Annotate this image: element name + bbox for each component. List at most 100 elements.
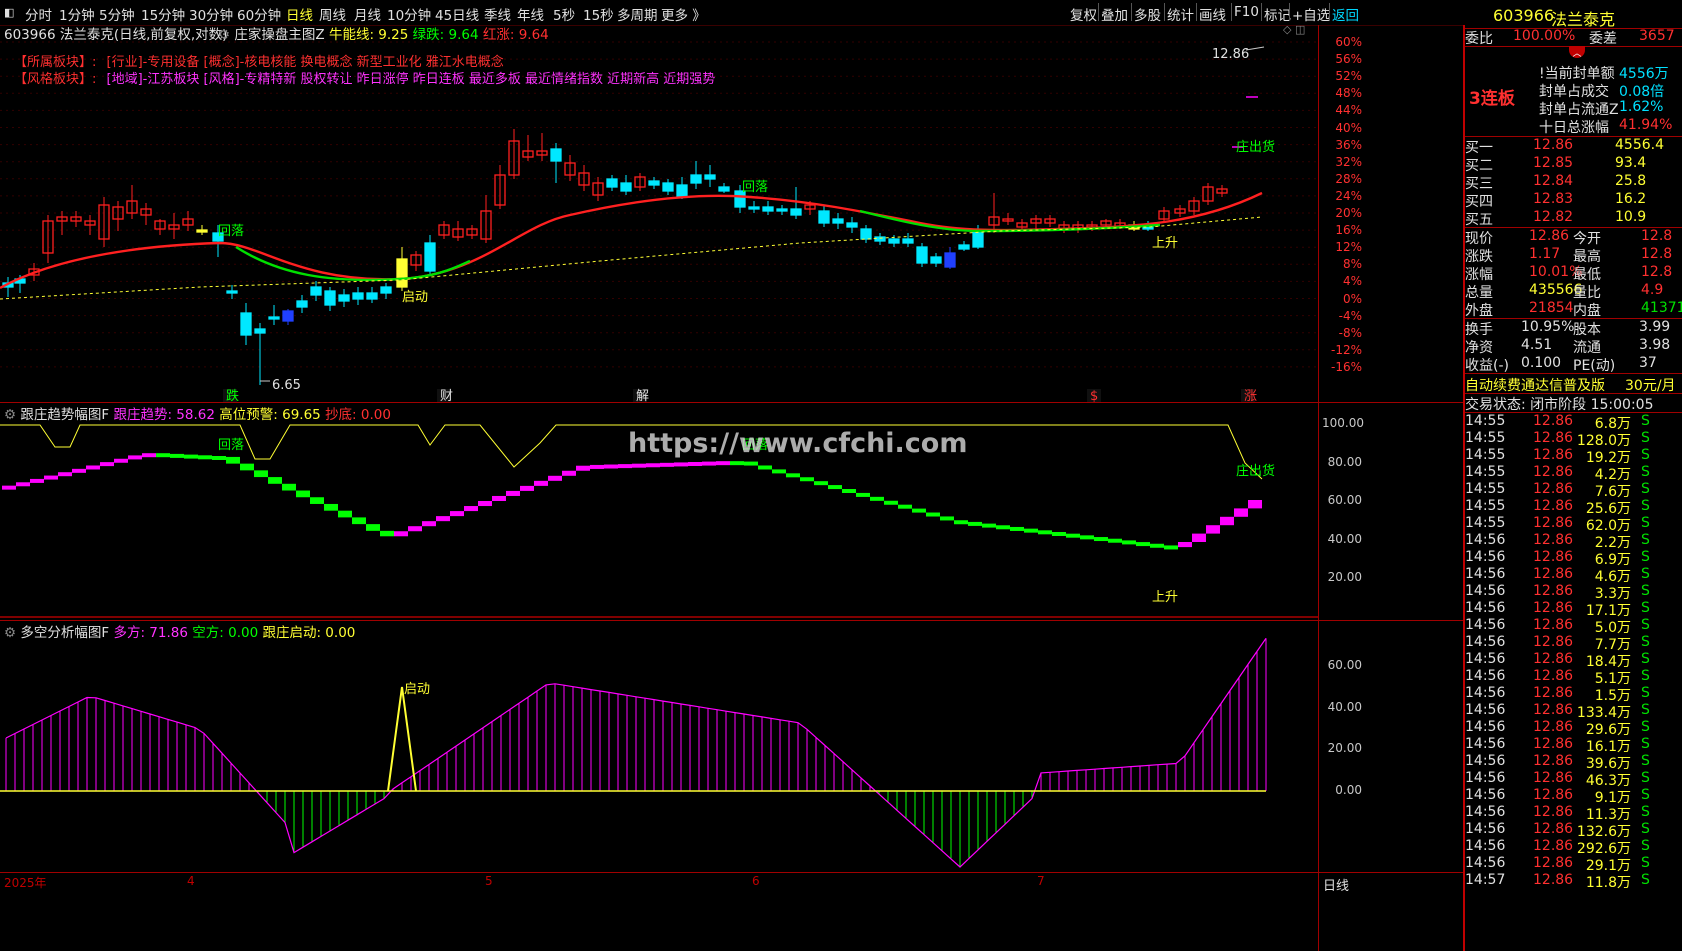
- trend-bar: [352, 517, 366, 525]
- weibi-label: 委比: [1465, 31, 1493, 47]
- trade-row[interactable]: 14:55 12.86 128.0万 S: [1465, 430, 1682, 449]
- panel3-tick: 40.00: [1327, 699, 1362, 714]
- toolbar-button-4[interactable]: 画线: [1199, 4, 1226, 24]
- trade-row[interactable]: 14:56 12.86 29.6万 S: [1465, 719, 1682, 738]
- trade-row[interactable]: 14:56 12.86 16.1万 S: [1465, 736, 1682, 755]
- trade-row[interactable]: 14:57 12.86 11.8万 S: [1465, 872, 1682, 891]
- toolbar-button-5[interactable]: F10: [1234, 4, 1259, 20]
- menu-item-10[interactable]: 45日线: [435, 4, 479, 24]
- trade-row[interactable]: 14:56 12.86 9.1万 S: [1465, 787, 1682, 806]
- period-label[interactable]: 日线: [1323, 875, 1349, 894]
- trade-row[interactable]: 14:56 12.86 18.4万 S: [1465, 651, 1682, 670]
- trend-bar: [1094, 537, 1108, 542]
- toolbar-button-2[interactable]: 多股: [1134, 4, 1161, 24]
- toolbar-button-8[interactable]: 返回: [1332, 4, 1359, 24]
- trend-bar: [366, 524, 380, 531]
- trade-row[interactable]: 14:56 12.86 7.7万 S: [1465, 634, 1682, 653]
- trade-row[interactable]: 14:55 12.86 25.6万 S: [1465, 498, 1682, 517]
- menu-item-4[interactable]: 30分钟: [189, 4, 233, 24]
- collapse-icon[interactable]: ︿: [1569, 46, 1585, 59]
- menu-item-3[interactable]: 15分钟: [141, 4, 185, 24]
- trade-row[interactable]: 14:56 12.86 39.6万 S: [1465, 753, 1682, 772]
- trade-row[interactable]: 14:56 12.86 2.2万 S: [1465, 532, 1682, 551]
- trend-bar: [1164, 545, 1178, 550]
- menu-item-0[interactable]: 分时: [25, 4, 52, 24]
- candle-body: [254, 328, 266, 334]
- trend-bar: [772, 469, 786, 474]
- menu-item-5[interactable]: 60分钟: [237, 4, 281, 24]
- stat-label: 内盘: [1573, 303, 1601, 319]
- trade-row[interactable]: 14:55 12.86 19.2万 S: [1465, 447, 1682, 466]
- trade-price: 12.86: [1533, 481, 1574, 497]
- trade-row[interactable]: 14:56 12.86 5.1万 S: [1465, 668, 1682, 687]
- trend-bar: [1066, 533, 1080, 538]
- stat-row: 涨跌 1.17 最高 12.8: [1465, 246, 1682, 265]
- trade-row[interactable]: 14:56 12.86 292.6万 S: [1465, 838, 1682, 857]
- candle-body: [762, 206, 774, 212]
- trade-row[interactable]: 14:56 12.86 17.1万 S: [1465, 600, 1682, 619]
- trend-bar: [86, 465, 100, 470]
- toolbar-button-1[interactable]: 叠加: [1101, 4, 1128, 24]
- menu-item-2[interactable]: 5分钟: [99, 4, 135, 24]
- ad-text[interactable]: 自动续费通达信普及版: [1465, 375, 1605, 395]
- bid-row[interactable]: 买四 12.83 16.2: [1465, 191, 1682, 210]
- trade-row[interactable]: 14:56 12.86 46.3万 S: [1465, 770, 1682, 789]
- menu-item-6[interactable]: 日线: [286, 4, 313, 24]
- trend-bar: [1206, 525, 1220, 534]
- menu-item-9[interactable]: 10分钟: [387, 4, 431, 24]
- trend-bar: [30, 478, 44, 483]
- candlestick-chart[interactable]: 12.86 6.65 回落启动 回落 庄出货上升跌 财 解 $ 涨: [0, 25, 1318, 402]
- bid-volume: 10.9: [1615, 209, 1647, 225]
- trade-side: S: [1641, 515, 1650, 531]
- trade-row[interactable]: 14:55 12.86 4.2万 S: [1465, 464, 1682, 483]
- trend-bar: [870, 496, 884, 501]
- menu-item-13[interactable]: 5秒: [553, 4, 575, 24]
- bid-row[interactable]: 买五 12.82 10.9: [1465, 209, 1682, 228]
- trade-row[interactable]: 14:56 12.86 6.9万 S: [1465, 549, 1682, 568]
- menu-item-7[interactable]: 周线: [319, 4, 346, 24]
- menu-item-14[interactable]: 15秒: [583, 4, 614, 24]
- trade-volume: 11.8万: [1585, 875, 1631, 891]
- trend-bar: [688, 462, 702, 466]
- ad-row[interactable]: 自动续费通达信普及版 30元/月: [1465, 375, 1682, 395]
- panel-toggle-icon[interactable]: ◧: [4, 6, 14, 19]
- trade-row[interactable]: 14:56 12.86 1.5万 S: [1465, 685, 1682, 704]
- trend-bar: [730, 461, 744, 466]
- trade-row[interactable]: 14:55 12.86 7.6万 S: [1465, 481, 1682, 500]
- menu-item-15[interactable]: 多周期: [617, 4, 658, 24]
- trade-row[interactable]: 14:56 12.86 29.1万 S: [1465, 855, 1682, 874]
- trade-row[interactable]: 14:56 12.86 4.6万 S: [1465, 566, 1682, 585]
- candle-body: [324, 290, 336, 306]
- toolbar-button-7[interactable]: +自选: [1292, 4, 1330, 24]
- seal-value: 1.62%: [1619, 99, 1664, 115]
- trade-row[interactable]: 14:56 12.86 132.6万 S: [1465, 821, 1682, 840]
- weibi-row: 委比 100.00% 委差 3657: [1465, 28, 1682, 47]
- menu-item-16[interactable]: 更多 》: [661, 4, 706, 24]
- stat-value: 3.99: [1639, 319, 1671, 335]
- trade-side: S: [1641, 753, 1650, 769]
- menu-item-8[interactable]: 月线: [354, 4, 381, 24]
- trade-side: S: [1641, 430, 1650, 446]
- bid-row[interactable]: 买二 12.85 93.4: [1465, 155, 1682, 174]
- trade-row[interactable]: 14:55 12.86 62.0万 S: [1465, 515, 1682, 534]
- toolbar-button-3[interactable]: 统计: [1167, 4, 1194, 24]
- toolbar-separator: [1261, 3, 1262, 21]
- trade-row[interactable]: 14:56 12.86 11.3万 S: [1465, 804, 1682, 823]
- trade-row[interactable]: 14:56 12.86 133.4万 S: [1465, 702, 1682, 721]
- long-short-subchart[interactable]: 启动: [0, 621, 1318, 872]
- bid-row[interactable]: 买一 12.86 4556.4: [1465, 137, 1682, 156]
- candle-body: [818, 210, 830, 224]
- ad-price[interactable]: 30元/月: [1625, 375, 1676, 395]
- menu-item-1[interactable]: 1分钟: [59, 4, 95, 24]
- toolbar-button-0[interactable]: 复权: [1070, 4, 1097, 24]
- axis-divider-vertical: [1318, 25, 1319, 951]
- candle-body: [352, 292, 364, 300]
- menu-item-12[interactable]: 年线: [517, 4, 544, 24]
- trade-price: 12.86: [1533, 753, 1574, 769]
- trade-row[interactable]: 14:55 12.86 6.8万 S: [1465, 413, 1682, 432]
- menu-item-11[interactable]: 季线: [484, 4, 511, 24]
- trade-row[interactable]: 14:56 12.86 3.3万 S: [1465, 583, 1682, 602]
- trade-row[interactable]: 14:56 12.86 5.0万 S: [1465, 617, 1682, 636]
- toolbar-button-6[interactable]: 标记: [1264, 4, 1291, 24]
- bid-row[interactable]: 买三 12.84 25.8: [1465, 173, 1682, 192]
